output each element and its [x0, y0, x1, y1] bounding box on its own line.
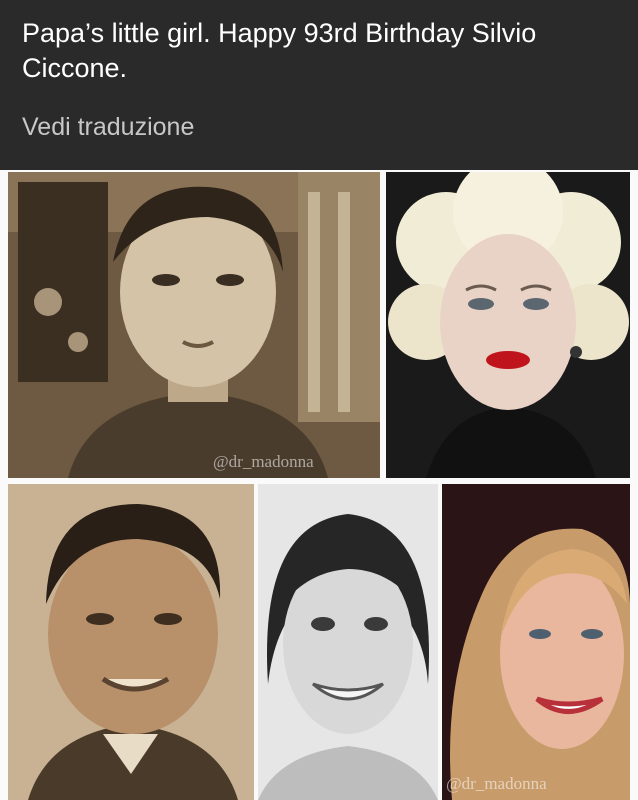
watermark-top-left: @dr_madonna	[213, 452, 314, 471]
photo-young-girl-image	[258, 484, 438, 800]
post-header: Papa’s little girl. Happy 93rd Birthday …	[0, 0, 638, 170]
photo-platinum-portrait-image	[386, 172, 630, 478]
post-caption: Papa’s little girl. Happy 93rd Birthday …	[22, 18, 537, 83]
photo-young-father-image	[8, 172, 380, 478]
photo-collage[interactable]: @dr_madonna @dr_madonna	[0, 170, 638, 800]
photo-teen-father-image	[8, 484, 254, 800]
photo-teen-father[interactable]	[8, 484, 254, 800]
photo-adult-woman[interactable]: @dr_madonna	[442, 484, 630, 800]
photo-young-father[interactable]: @dr_madonna	[8, 172, 380, 478]
watermark-bottom-right: @dr_madonna	[446, 774, 547, 793]
photo-platinum-portrait[interactable]	[386, 172, 630, 478]
photo-young-girl[interactable]	[258, 484, 438, 800]
see-translation-link[interactable]: Vedi traduzione	[22, 113, 194, 142]
photo-adult-woman-image	[442, 484, 630, 800]
